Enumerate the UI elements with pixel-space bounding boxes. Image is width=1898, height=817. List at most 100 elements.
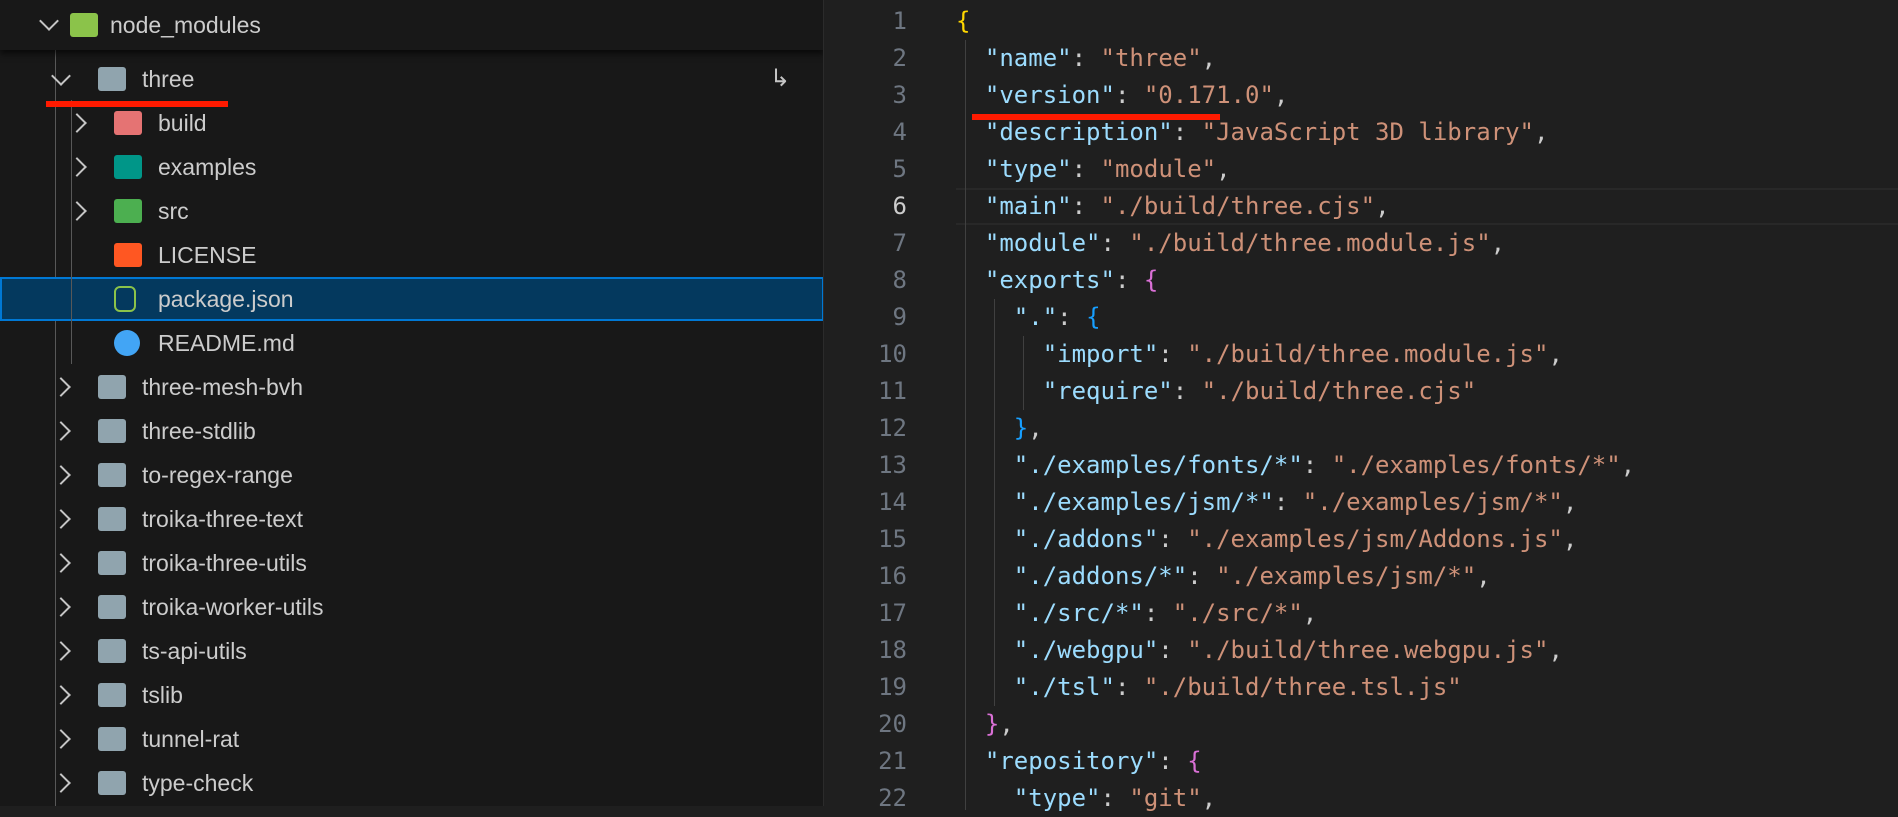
code-line: "exports": {: [956, 262, 1158, 299]
chevron-right-icon[interactable]: [51, 685, 71, 705]
code-token: :: [1172, 377, 1202, 405]
code-token: :: [1114, 673, 1144, 701]
code-line: "./addons/*": "./examples/jsm/*",: [956, 558, 1491, 595]
code-line: "type": "git",: [956, 780, 1216, 817]
code-token: :: [1071, 155, 1101, 183]
chevron-right-icon[interactable]: [51, 509, 71, 529]
line-number: 22: [878, 784, 907, 812]
code-token: :: [1071, 44, 1101, 72]
line-number: 19: [878, 673, 907, 701]
code-line: "name": "three",: [956, 40, 1216, 77]
chevron-right-icon[interactable]: [51, 553, 71, 573]
annotation-underline-version: [972, 114, 1220, 120]
chevron-right-icon[interactable]: [51, 773, 71, 793]
tree-item[interactable]: README.md: [0, 321, 823, 365]
code-line: "./webgpu": "./build/three.webgpu.js",: [956, 632, 1563, 669]
code-token: "require": [1042, 377, 1173, 405]
folder-src-icon: [114, 199, 142, 223]
chevron-right-icon[interactable]: [51, 597, 71, 617]
code-token: ,: [1201, 784, 1217, 812]
code-line: "./addons": "./examples/jsm/Addons.js",: [956, 521, 1578, 558]
code-token: ,: [1302, 599, 1318, 627]
code-token: :: [1100, 784, 1130, 812]
code-token: :: [1158, 747, 1188, 775]
tree-item-label: package.json: [158, 285, 294, 312]
code-line: "./examples/jsm/*": "./examples/jsm/*",: [956, 484, 1578, 521]
tree-item[interactable]: type-check: [0, 761, 823, 805]
line-number: 4: [892, 118, 907, 146]
code-editor[interactable]: 1 {2 "name": "three", 3 "version": "0.171.…: [825, 0, 1898, 812]
tree-item[interactable]: ts-api-utils: [0, 629, 823, 673]
tree-item[interactable]: LICENSE: [0, 233, 823, 277]
code-token: "three": [1100, 44, 1202, 72]
tree-item[interactable]: tslib: [0, 673, 823, 717]
code-line: "./tsl": "./build/three.tsl.js": [956, 669, 1462, 706]
tree-item-node-modules[interactable]: node_modules: [0, 0, 823, 50]
tree-item[interactable]: three-mesh-bvh: [0, 365, 823, 409]
code-token: "./build/three.cjs": [1100, 192, 1376, 220]
folder-icon: [98, 727, 126, 751]
tree-item-label: three-mesh-bvh: [142, 373, 304, 400]
tree-item[interactable]: package.json: [0, 277, 823, 321]
code-token: "module": [1100, 155, 1217, 183]
chevron-right-icon[interactable]: [51, 729, 71, 749]
reveal-arrow-icon[interactable]: ↳: [770, 64, 790, 93]
code-token: "./build/three.module.js": [1129, 229, 1491, 257]
tree-item[interactable]: troika-three-text: [0, 497, 823, 541]
tree-item[interactable]: examples: [0, 145, 823, 189]
line-number: 1: [892, 7, 907, 35]
line-number: 17: [878, 599, 907, 627]
code-token: "./src/*": [1172, 599, 1303, 627]
code-token: "repository": [984, 747, 1159, 775]
tree-item[interactable]: src: [0, 189, 823, 233]
tree-item[interactable]: tunnel-rat: [0, 717, 823, 761]
code-token: {: [1143, 266, 1159, 294]
chevron-right-icon[interactable]: [51, 377, 71, 397]
tree-item[interactable]: three: [0, 57, 823, 101]
tree-item-label: ts-api-utils: [142, 637, 247, 664]
tree-item[interactable]: build: [0, 101, 823, 145]
code-token: :: [1302, 451, 1332, 479]
code-line: "version": "0.171.0",: [956, 77, 1288, 114]
chevron-right-icon[interactable]: [51, 641, 71, 661]
code-line: "repository": {: [956, 743, 1202, 780]
chevron-down-icon[interactable]: [51, 66, 71, 86]
code-token: "git": [1129, 784, 1202, 812]
chevron-right-icon[interactable]: [51, 465, 71, 485]
code-token: "type": [1013, 784, 1101, 812]
folder-icon: [98, 419, 126, 443]
code-token: "./build/three.webgpu.js": [1187, 636, 1549, 664]
folder-icon: [98, 375, 126, 399]
code-line: "main": "./build/three.cjs",: [956, 188, 1390, 225]
code-line: ".": {: [956, 299, 1101, 336]
code-token: "JavaScript 3D library": [1201, 118, 1534, 146]
line-number: 12: [878, 414, 907, 442]
code-line: {: [956, 3, 970, 40]
tree-item[interactable]: troika-worker-utils: [0, 585, 823, 629]
chevron-right-icon[interactable]: [51, 421, 71, 441]
tree-item[interactable]: to-regex-range: [0, 453, 823, 497]
code-token: ,: [1201, 44, 1217, 72]
code-token: ,: [1548, 340, 1563, 368]
tree-item[interactable]: troika-three-utils: [0, 541, 823, 585]
tree-item-label: troika-three-utils: [142, 549, 307, 576]
tree-item[interactable]: three-stdlib: [0, 409, 823, 453]
folder-icon: [98, 551, 126, 575]
tree-item-label: tslib: [142, 681, 183, 708]
folder-icon: [98, 683, 126, 707]
code-token: :: [1057, 303, 1087, 331]
chevron-down-icon[interactable]: [39, 11, 59, 31]
code-token: "module": [984, 229, 1101, 257]
folder-icon: [98, 639, 126, 663]
code-token: "./build/three.cjs": [1201, 377, 1477, 405]
code-token: "./tsl": [1013, 673, 1115, 701]
code-token: "./addons": [1013, 525, 1159, 553]
